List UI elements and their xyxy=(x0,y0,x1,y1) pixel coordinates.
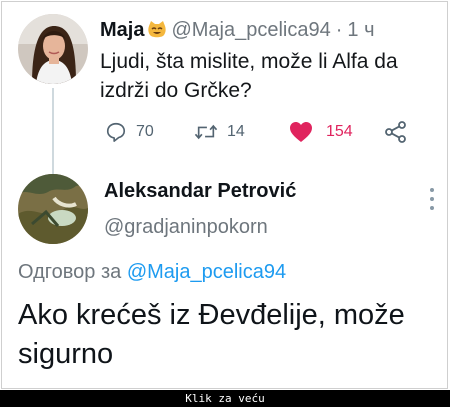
more-options-icon[interactable] xyxy=(430,188,434,210)
avatar[interactable] xyxy=(18,14,88,84)
enlarge-link[interactable]: Klik za veću xyxy=(185,392,264,405)
replying-to-mention[interactable]: @Maja_pcelica94 xyxy=(127,261,286,283)
tweet-actions: 70 14 154 xyxy=(102,118,432,146)
tweet-time[interactable]: 1 ч xyxy=(347,19,374,42)
reply-icon xyxy=(105,121,127,143)
cat-emoji-icon xyxy=(147,20,167,40)
like-button[interactable]: 154 xyxy=(289,118,353,146)
reply-author-handle[interactable]: @gradjaninpokorn xyxy=(104,216,268,239)
avatar[interactable] xyxy=(18,174,88,244)
tweet-header: Maja @Maja_pcelica94 · 1 ч xyxy=(100,16,437,44)
share-button[interactable] xyxy=(384,118,408,146)
tweet-text: Ljudi, šta mislite, može li Alfa da izdr… xyxy=(100,50,398,102)
reply-author-name[interactable]: Aleksandar Petrović xyxy=(104,180,296,203)
retweet-count: 14 xyxy=(227,123,245,140)
author-name[interactable]: Maja xyxy=(100,19,144,42)
reply-button[interactable]: 70 xyxy=(105,118,154,146)
heart-icon xyxy=(289,121,313,143)
replying-to: Одговор за @Maja_pcelica94 xyxy=(18,261,286,284)
separator-dot: · xyxy=(335,18,343,41)
share-icon xyxy=(384,121,408,143)
reply-count: 70 xyxy=(136,123,154,140)
thread-connector-line xyxy=(52,88,54,180)
tweet-screenshot: Maja @Maja_pcelica94 · 1 ч Ljudi, šta mi… xyxy=(1,1,448,389)
retweet-icon xyxy=(194,121,218,143)
replying-to-label: Одговор за xyxy=(18,261,122,283)
author-handle[interactable]: @Maja_pcelica94 xyxy=(171,19,330,42)
retweet-button[interactable]: 14 xyxy=(194,118,245,146)
footer-bar: Klik za veću xyxy=(0,390,450,407)
reply-text: Ako krećeš iz Đevđelije, može sigurno xyxy=(18,299,405,370)
like-count: 154 xyxy=(326,123,353,140)
